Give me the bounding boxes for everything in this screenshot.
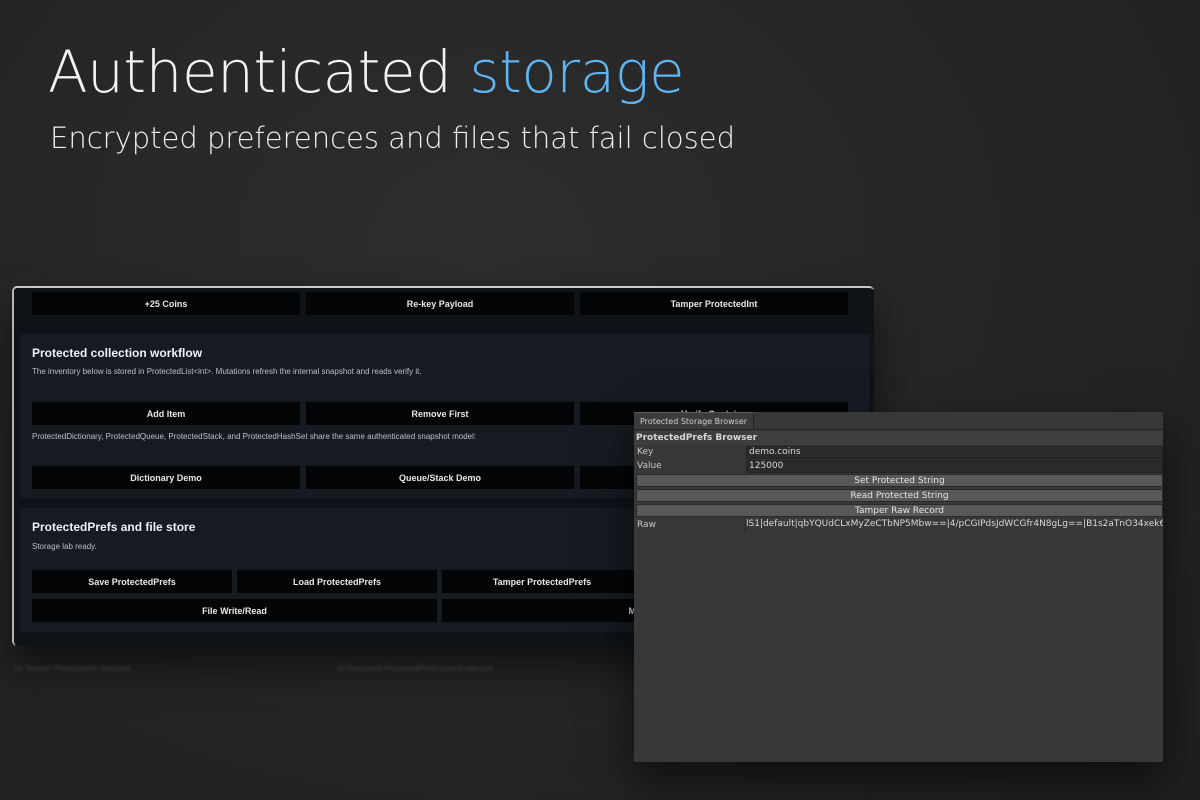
raw-record-value: lS1|default|qbYQUdCLxMyZeCTbNP5Mbw==|4/p… [745,519,1163,532]
browser-heading: ProtectedPrefs Browser [636,433,758,443]
dictionary-demo-button[interactable]: Dictionary Demo [32,466,300,489]
hero-subtitle: Encrypted preferences and files that fai… [50,121,735,155]
file-write-read-button[interactable]: File Write/Read [32,599,437,622]
read-protected-string-button[interactable]: Read Protected String [636,489,1163,502]
queue-stack-demo-button[interactable]: Queue/Stack Demo [306,466,574,489]
ghost-log-right: [i] Tampered ProtectedPrefs record rejec… [338,664,493,673]
save-protectedprefs-button[interactable]: Save ProtectedPrefs [32,570,232,593]
ghost-log-left: Int Tamper ProtectedInt detected [14,664,130,673]
add-coins-button[interactable]: +25 Coins [32,292,300,315]
raw-label: Raw [637,520,656,530]
collection-note: ProtectedDictionary, ProtectedQueue, Pro… [32,432,477,441]
collection-title: Protected collection workflow [32,346,203,360]
collection-description: The inventory below is stored in Protect… [32,367,422,376]
tamper-protectedprefs-button[interactable]: Tamper ProtectedPrefs [442,570,642,593]
tamper-protectedint-button[interactable]: Tamper ProtectedInt [580,292,848,315]
set-protected-string-button[interactable]: Set Protected String [636,474,1163,487]
key-label: Key [637,447,654,457]
browser-tab[interactable]: Protected Storage Browser [634,412,755,429]
value-field[interactable]: 125000 [746,460,1163,473]
prefs-status: Storage lab ready. [32,542,97,551]
rekey-payload-button[interactable]: Re-key Payload [306,292,574,315]
remove-first-button[interactable]: Remove First [306,402,574,425]
add-item-button[interactable]: Add Item [32,402,300,425]
key-field[interactable]: demo.coins [746,446,1163,459]
protected-storage-browser-window: Protected Storage Browser ProtectedPrefs… [634,412,1163,762]
value-label: Value [637,461,662,471]
prefs-title: ProtectedPrefs and file store [32,520,196,534]
tamper-raw-record-button[interactable]: Tamper Raw Record [636,504,1163,517]
load-protectedprefs-button[interactable]: Load ProtectedPrefs [237,570,437,593]
hero-title-accent: storage [469,38,685,106]
hero-title: Authenticated storage [48,38,685,106]
hero-title-main: Authenticated [48,38,470,106]
browser-tab-bar [634,429,1163,430]
